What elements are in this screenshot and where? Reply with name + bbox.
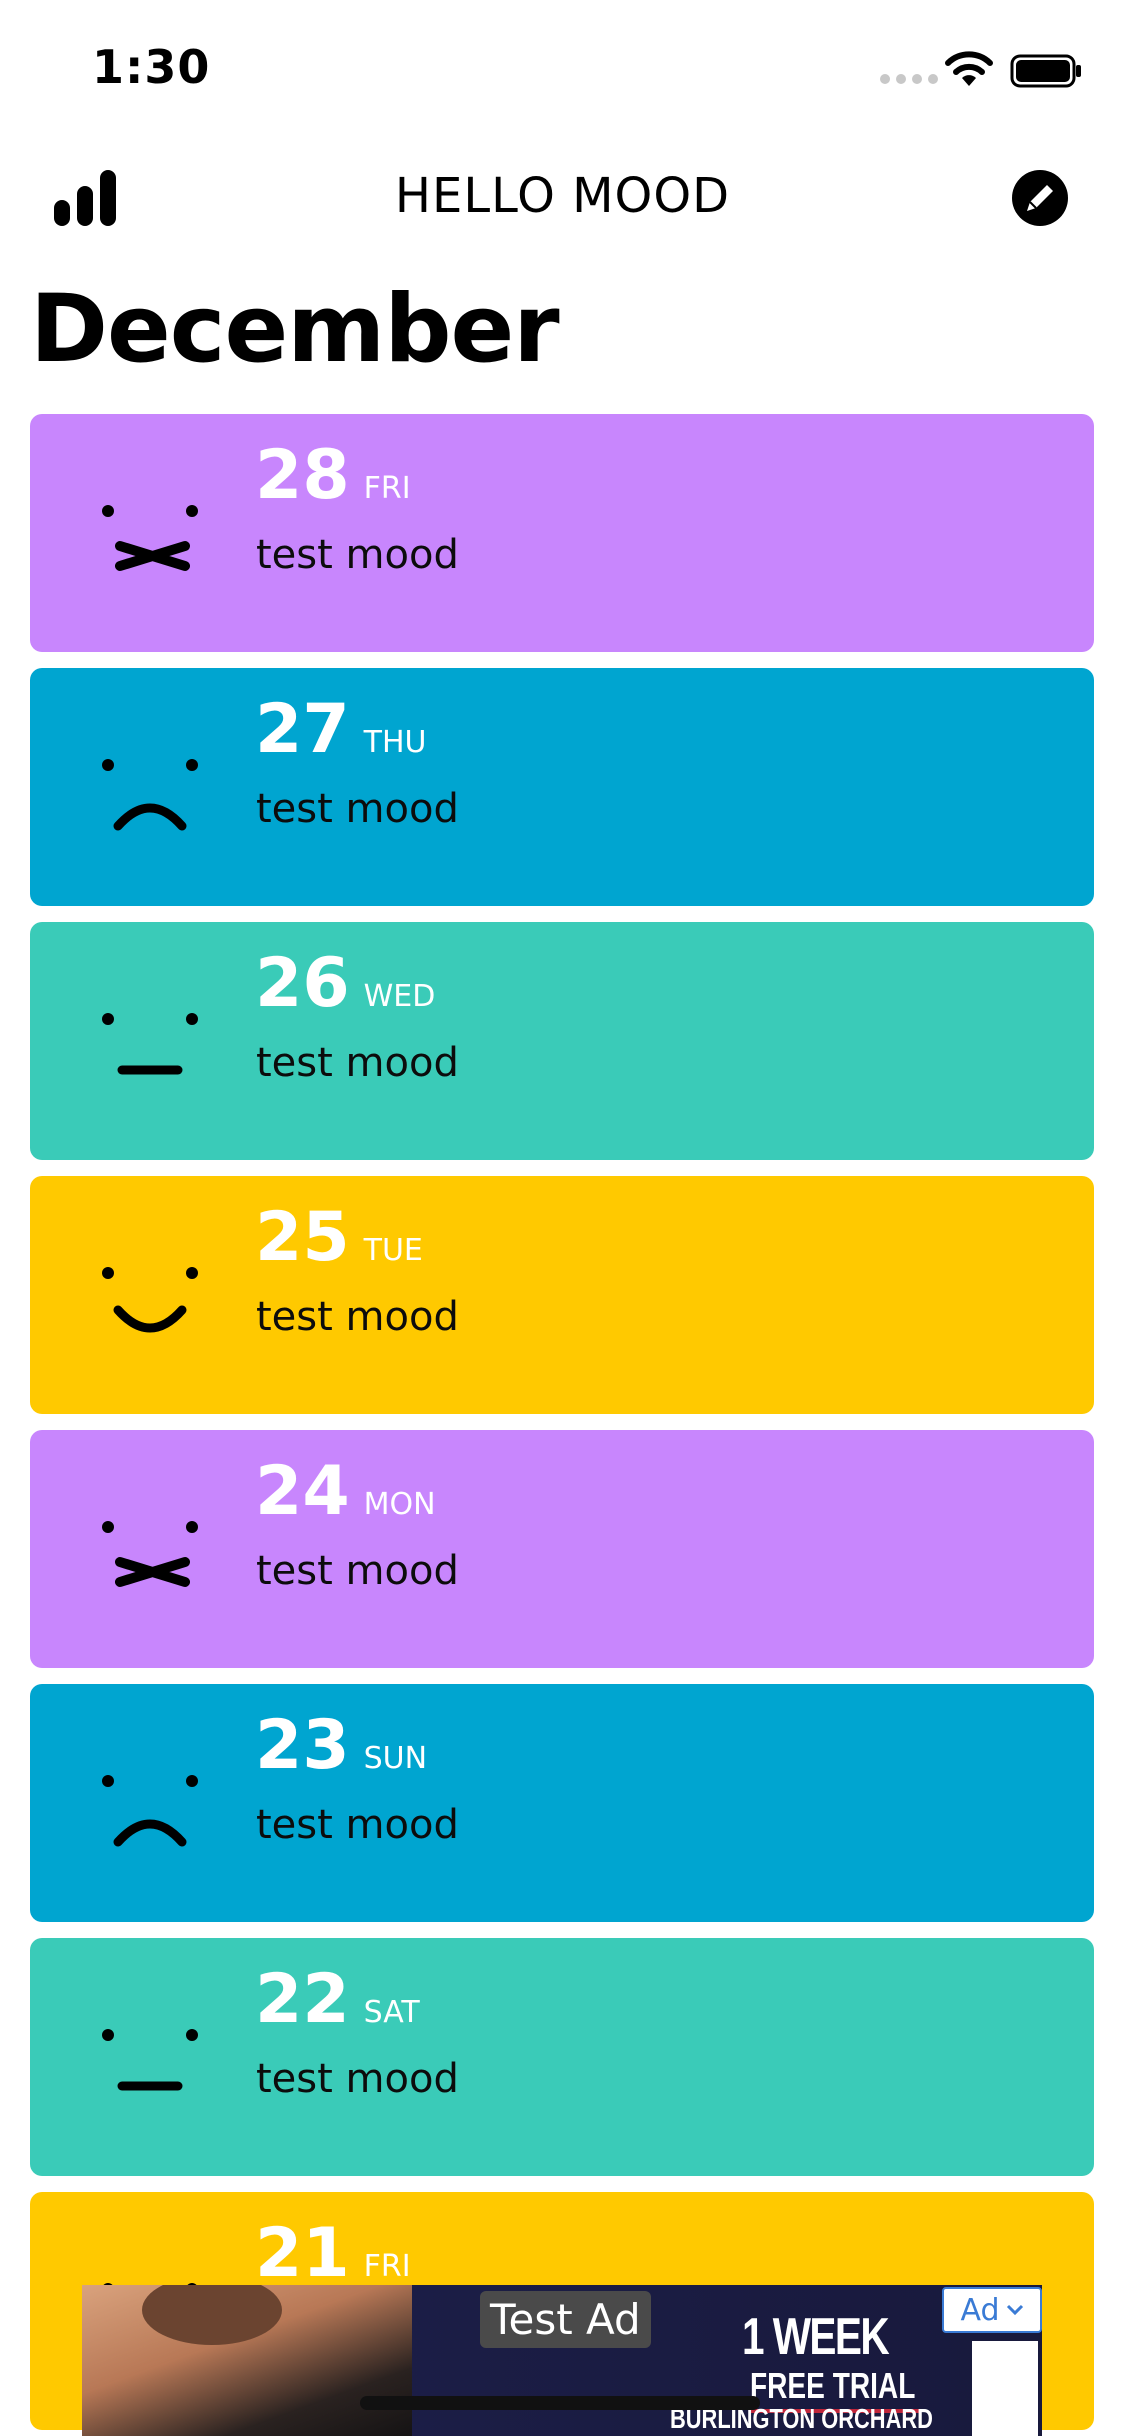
entry-day: 26 bbox=[255, 944, 350, 1023]
ad-logo bbox=[972, 2341, 1038, 2436]
ad-test-label: Test Ad bbox=[480, 2291, 651, 2348]
entry-text: test mood bbox=[256, 1040, 459, 1086]
mood-entry[interactable]: 24 MON test mood bbox=[30, 1430, 1094, 1668]
sad-face-icon bbox=[102, 1775, 198, 1847]
mood-entry[interactable]: 26 WED test mood bbox=[30, 922, 1094, 1160]
status-time: 1:30 bbox=[92, 40, 211, 94]
entry-text: test mood bbox=[256, 786, 459, 832]
chevron-down-icon bbox=[1006, 2304, 1023, 2316]
app-title: HELLO MOOD bbox=[394, 168, 731, 224]
entry-weekday: MON bbox=[363, 1487, 436, 1522]
ad-banner[interactable]: Test Ad 1 WEEK FREE TRIAL BURLINGTON ORC… bbox=[82, 2285, 1042, 2436]
home-indicator bbox=[360, 2396, 760, 2410]
entry-text: test mood bbox=[256, 1802, 459, 1848]
mood-entry[interactable]: 28 FRI test mood bbox=[30, 414, 1094, 652]
status-bar: 1:30 bbox=[0, 0, 1125, 140]
ad-badge-label: Ad bbox=[960, 2292, 1000, 2328]
month-title: December bbox=[30, 275, 560, 384]
ad-headline: 1 WEEK bbox=[742, 2308, 890, 2366]
entry-weekday: FRI bbox=[363, 471, 411, 506]
mood-entry[interactable]: 27 THU test mood bbox=[30, 668, 1094, 906]
entry-text: test mood bbox=[256, 532, 459, 578]
sad-face-icon bbox=[102, 759, 198, 831]
entry-day: 24 bbox=[255, 1452, 350, 1531]
cellular-signal-icon bbox=[880, 74, 938, 84]
entry-weekday: SAT bbox=[363, 1995, 420, 2030]
happy-face-icon bbox=[102, 1267, 198, 1333]
entry-weekday: SUN bbox=[363, 1741, 428, 1776]
entry-weekday: FRI bbox=[363, 2249, 411, 2284]
entry-text: test mood bbox=[256, 1548, 459, 1594]
mood-entry[interactable]: 25 TUE test mood bbox=[30, 1176, 1094, 1414]
edit-icon[interactable] bbox=[1010, 168, 1070, 228]
entry-day: 28 bbox=[255, 436, 350, 515]
ad-subline: FREE TRIAL bbox=[750, 2365, 916, 2406]
entry-text: test mood bbox=[256, 1294, 459, 1340]
mood-entry[interactable]: 23 SUN test mood bbox=[30, 1684, 1094, 1922]
ad-image bbox=[82, 2285, 412, 2436]
ad-choices-button[interactable]: Ad bbox=[942, 2287, 1042, 2333]
entry-day: 21 bbox=[255, 2214, 350, 2293]
entry-day: 27 bbox=[255, 690, 350, 769]
entry-weekday: TUE bbox=[363, 1233, 423, 1268]
mood-entry[interactable]: 22 SAT test mood bbox=[30, 1938, 1094, 2176]
angry-face-icon bbox=[102, 505, 198, 571]
wifi-icon bbox=[945, 51, 993, 86]
entry-day: 25 bbox=[255, 1198, 350, 1277]
battery-icon bbox=[1010, 54, 1081, 88]
entry-day: 22 bbox=[255, 1960, 350, 2039]
neutral-face-icon bbox=[102, 1013, 198, 1075]
entry-weekday: WED bbox=[363, 979, 436, 1014]
entry-weekday: THU bbox=[363, 725, 427, 760]
neutral-face-icon bbox=[102, 2029, 198, 2091]
entry-text: test mood bbox=[256, 2056, 459, 2102]
entry-day: 23 bbox=[255, 1706, 350, 1785]
angry-face-icon bbox=[102, 1521, 198, 1587]
